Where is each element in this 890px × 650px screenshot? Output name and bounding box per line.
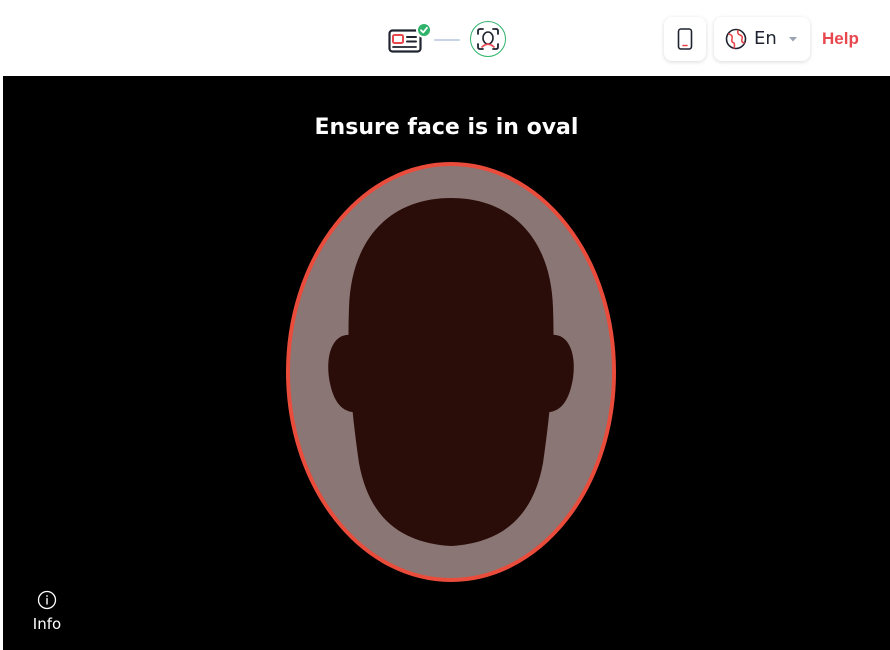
smartphone-icon	[677, 28, 693, 50]
globe-icon	[725, 28, 747, 50]
face-scan-icon	[477, 28, 499, 50]
info-circle-icon	[37, 590, 57, 610]
face-instruction: Ensure face is in oval	[314, 115, 579, 140]
language-selector[interactable]: En	[714, 17, 810, 61]
progress-steps	[388, 18, 512, 60]
top-bar: En Help	[0, 0, 890, 76]
info-label: Info	[32, 615, 62, 633]
chevron-down-icon	[789, 37, 797, 42]
language-code: En	[754, 28, 777, 49]
step-completed-badge	[416, 22, 432, 38]
step-selfie	[470, 21, 506, 57]
camera-viewport: Ensure face is in oval Info	[3, 76, 890, 650]
face-silhouette	[348, 198, 554, 546]
face-oval-guide	[286, 162, 616, 582]
help-link[interactable]: Help	[822, 28, 859, 50]
step-connector	[434, 39, 460, 41]
check-icon	[420, 26, 428, 34]
switch-device-button[interactable]	[664, 17, 706, 61]
info-button[interactable]: Info	[25, 590, 69, 638]
